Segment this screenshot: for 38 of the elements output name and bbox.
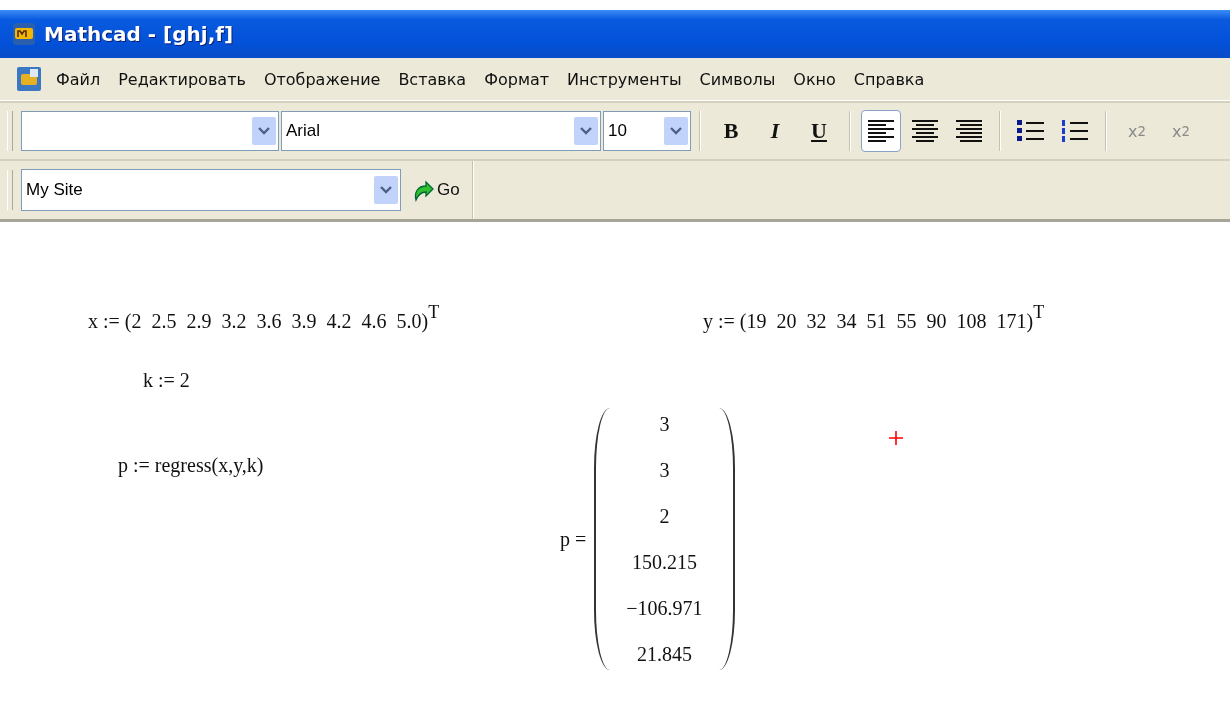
style-dropdown[interactable]: [21, 111, 279, 151]
align-center-icon: [910, 118, 940, 144]
align-left-button[interactable]: [861, 110, 901, 152]
menu-item[interactable]: Файл: [56, 69, 101, 89]
matrix-value: 150.215: [631, 550, 697, 574]
numbered-list-icon: [1060, 118, 1090, 144]
align-left-icon: [866, 118, 896, 144]
crosshair-cursor-icon: [888, 430, 904, 446]
app-icon: [12, 22, 36, 46]
menu-item[interactable]: Инструменты: [567, 69, 682, 89]
math-expression: y := (19 20 32 34 51 55 90 108 171)$^{T}$: [703, 302, 1045, 333]
italic-button[interactable]: I: [755, 110, 795, 152]
font-dropdown[interactable]: Arial: [281, 111, 601, 151]
menu-item[interactable]: Символы: [699, 69, 776, 89]
document-icon[interactable]: [16, 66, 42, 92]
address-dropdown[interactable]: My Site: [21, 169, 401, 211]
menu-item[interactable]: Вставка: [398, 69, 467, 89]
font-size-dropdown[interactable]: 10: [603, 111, 691, 151]
matrix-value: −106.971: [626, 596, 703, 620]
menu-item[interactable]: Окно: [793, 69, 836, 89]
math-expression: p := regress(x,y,k): [118, 454, 264, 477]
math-expression: x := (2 2.5 2.9 3.2 3.6 3.9 4.2 4.6 5.0)$^{T}$: [88, 302, 440, 333]
menu-item[interactable]: Справка: [853, 69, 925, 89]
matrix-value: 3: [659, 412, 670, 436]
matrix-value: 2: [659, 504, 670, 528]
bold-button[interactable]: B: [711, 110, 751, 152]
bulleted-list-icon: [1016, 118, 1046, 144]
result-label: p =: [560, 527, 587, 551]
matrix-value: 3: [659, 458, 670, 482]
menu-item[interactable]: Редактировать: [118, 69, 246, 89]
window-title: Mathcad - [ghj,f]: [44, 22, 234, 46]
menu-item[interactable]: Отображение: [263, 69, 381, 89]
math-expression: k := 2: [143, 369, 190, 392]
matrix-value: 21.845: [636, 642, 692, 666]
align-right-icon: [954, 118, 984, 144]
go-button[interactable]: Go: [407, 178, 464, 202]
menu-item[interactable]: Формат: [484, 69, 550, 89]
underline-button[interactable]: U: [799, 110, 839, 152]
